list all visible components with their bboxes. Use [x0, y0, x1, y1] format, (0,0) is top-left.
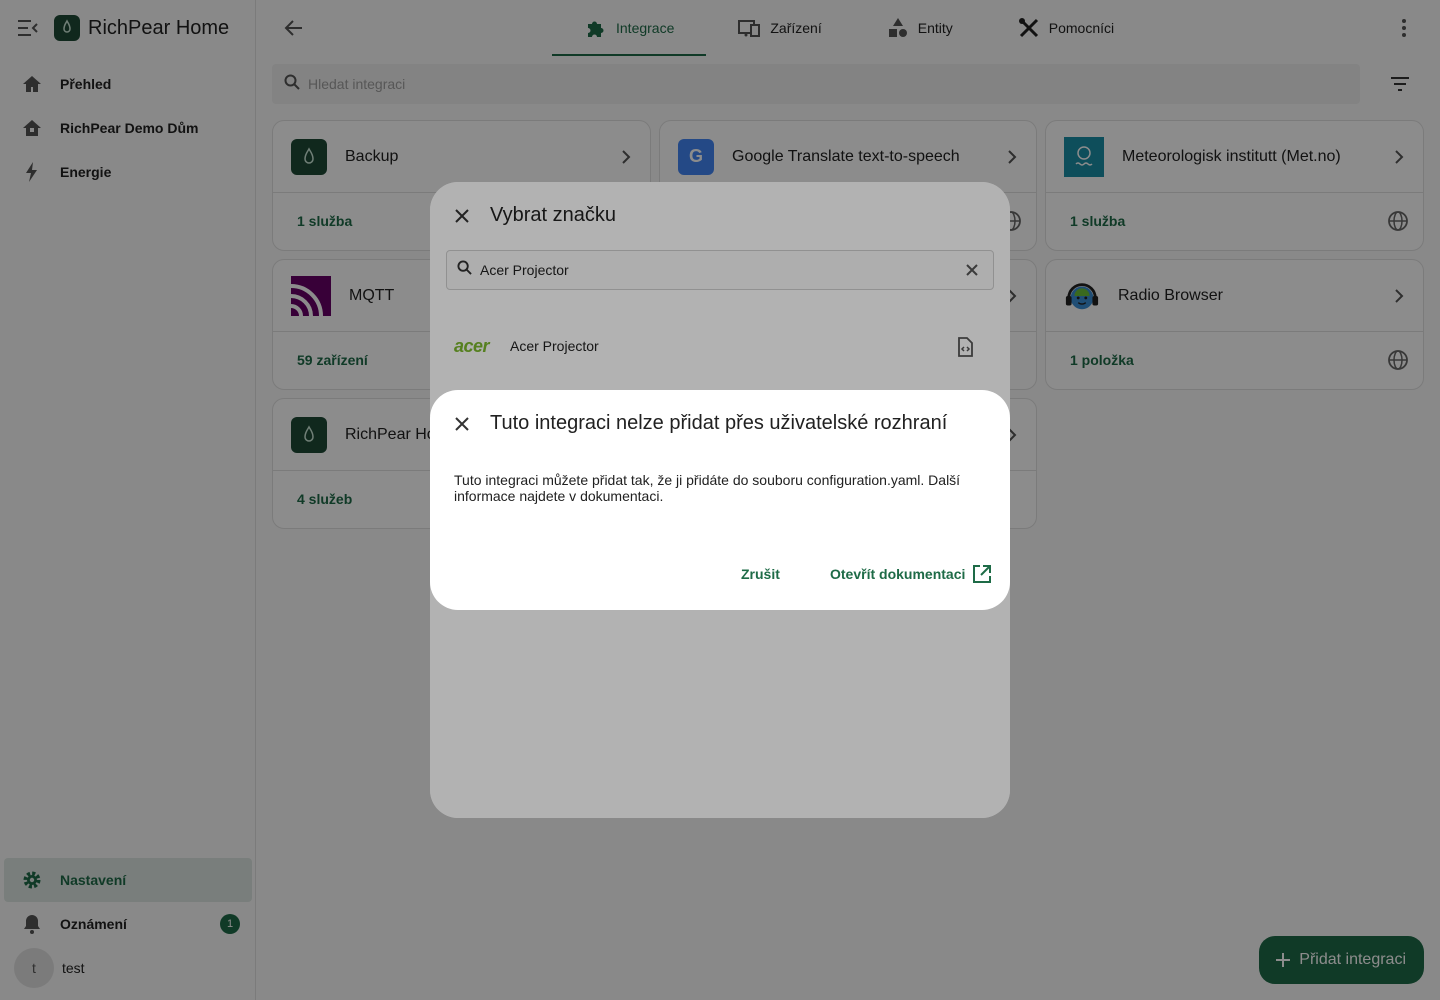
open-documentation-button[interactable]: Otevřít dokumentaci	[826, 560, 997, 588]
alert-dialog: Tuto integraci nelze přidat přes uživate…	[430, 390, 1010, 610]
alert-dialog-title: Tuto integraci nelze přidat přes uživate…	[490, 412, 948, 434]
cancel-button[interactable]: Zrušit	[736, 560, 785, 588]
close-icon[interactable]	[452, 414, 472, 434]
alert-dialog-body: Tuto integraci můžete přidat tak, že ji …	[454, 472, 961, 504]
open-in-new-icon	[971, 563, 993, 585]
